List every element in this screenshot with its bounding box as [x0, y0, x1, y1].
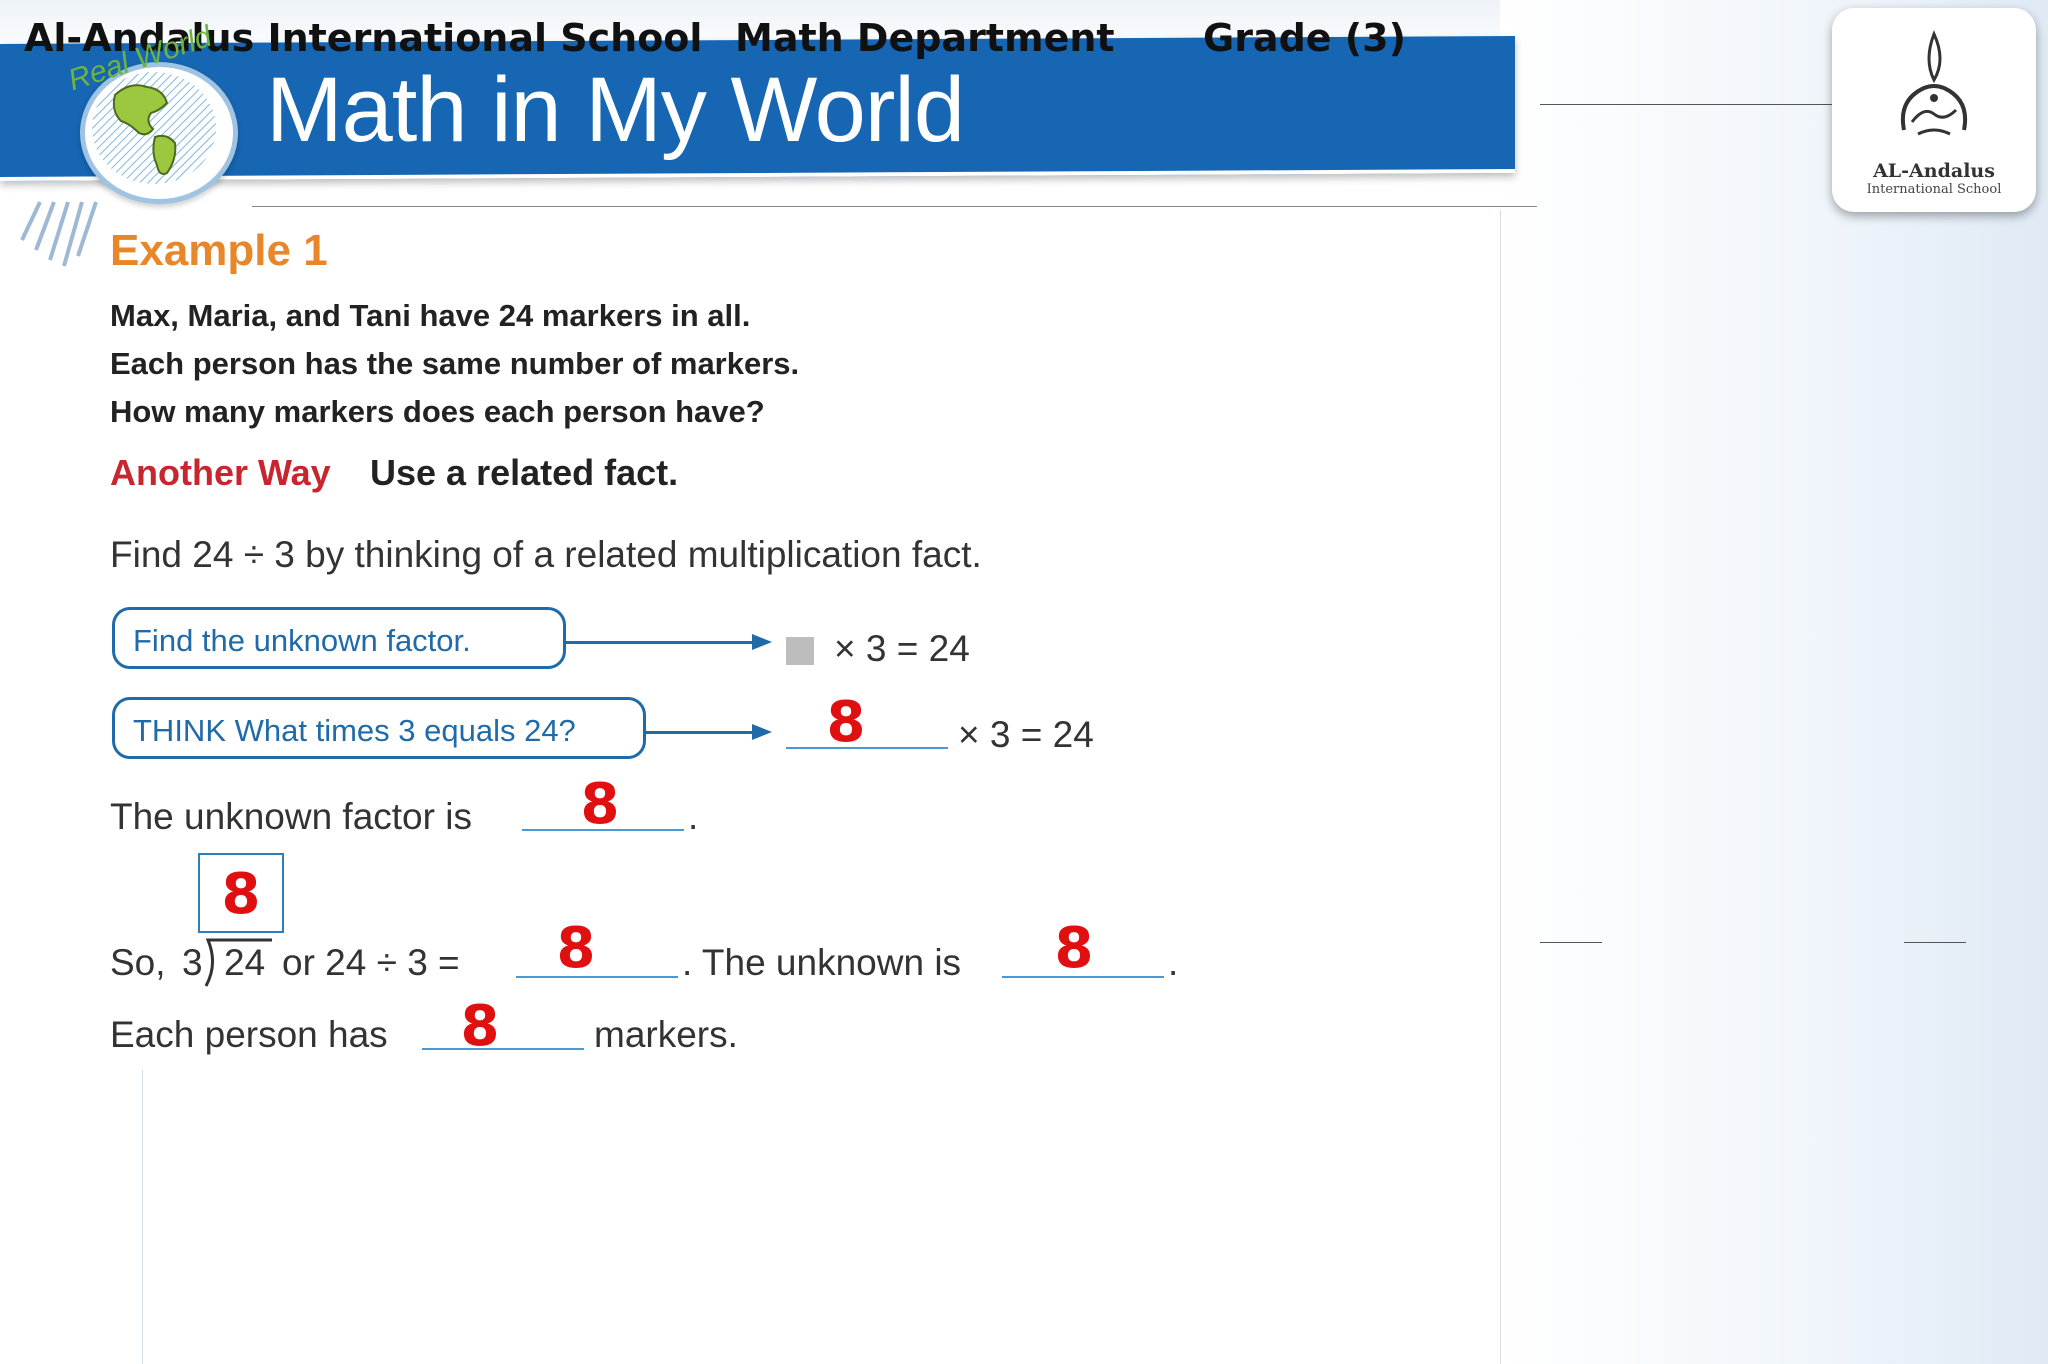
logo-emblem-icon — [1901, 30, 1967, 136]
step2-answer: 8 — [826, 690, 866, 755]
header-rule-bottom — [252, 206, 1537, 207]
period-2: . — [1168, 942, 1179, 983]
grade-label: Grade (3) — [1203, 16, 1406, 60]
step-find-unknown-factor: Find the unknown factor. — [112, 607, 566, 669]
step2-arrow-head-icon — [752, 724, 772, 740]
department-name: Math Department — [735, 16, 1115, 60]
unknown-square — [786, 637, 814, 665]
panel-edge — [1500, 210, 1501, 1364]
division-answer: 8 — [556, 916, 596, 981]
side-rule-2 — [1904, 942, 1966, 943]
another-way-label: Another Way — [110, 452, 331, 493]
so-text: So, — [110, 942, 166, 983]
example-title: Example 1 — [110, 226, 328, 275]
step2-equation: × 3 = 24 — [958, 714, 1094, 755]
unknown-factor-text: The unknown factor is — [110, 796, 472, 837]
question-line-1: Max, Maria, and Tani have 24 markers in … — [110, 298, 751, 333]
question-line-2: Each person has the same number of marke… — [110, 346, 800, 381]
left-edge — [142, 1070, 143, 1364]
question-line-3: How many markers does each person have? — [110, 394, 765, 429]
divisor: 3 — [182, 942, 203, 983]
another-way-text: Use a related fact. — [370, 452, 679, 493]
page-title: Math in My World — [266, 59, 965, 161]
logo-name: AL-Andalus — [1873, 160, 1995, 182]
step1-arrow — [566, 641, 756, 644]
instruction-text: Find 24 ÷ 3 by thinking of a related mul… — [110, 534, 982, 575]
school-logo: AL-Andalus International School — [1832, 8, 2036, 212]
markers-text: markers. — [594, 1014, 738, 1055]
decor-stripes — [20, 201, 98, 267]
period-1: . — [688, 796, 699, 837]
each-person-text: Each person has — [110, 1014, 388, 1055]
dividend: 24 — [224, 942, 266, 983]
each-person-answer: 8 — [460, 994, 500, 1059]
step1-arrow-head-icon — [752, 634, 772, 650]
quotient-answer: 8 — [221, 862, 261, 927]
or-division-text: or 24 ÷ 3 = — [282, 942, 460, 983]
step-think-question: THINK What times 3 equals 24? — [112, 697, 646, 759]
unknown-is-text: . The unknown is — [682, 942, 962, 983]
header-rule-right — [1540, 104, 1835, 105]
side-rule-1 — [1540, 942, 1602, 943]
unknown-is-answer: 8 — [1054, 916, 1094, 981]
step2-arrow — [646, 731, 756, 734]
unknown-factor-answer: 8 — [580, 772, 620, 837]
step1-equation: × 3 = 24 — [834, 628, 970, 669]
logo-subtitle: International School — [1866, 182, 2002, 197]
